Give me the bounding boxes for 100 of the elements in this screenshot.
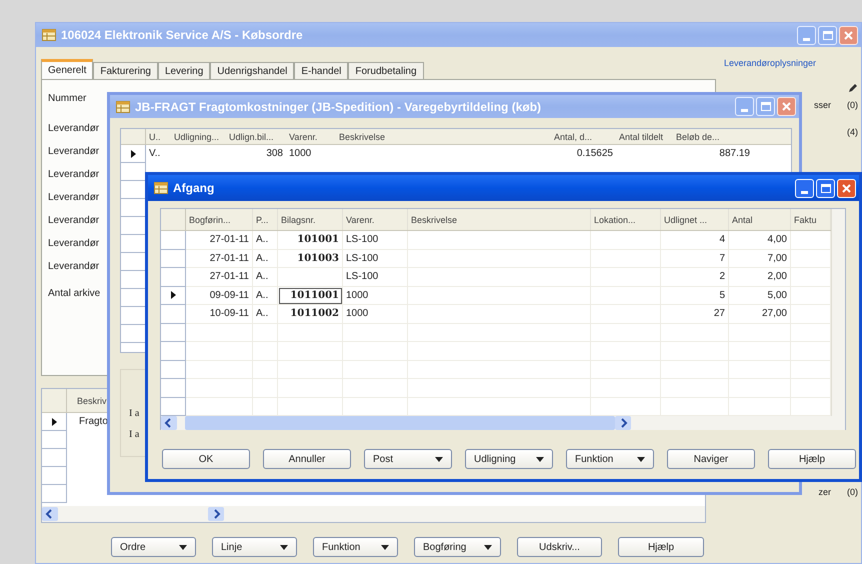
column-header[interactable]: Varenr. bbox=[343, 209, 408, 230]
tab[interactable]: E-handel bbox=[294, 62, 348, 79]
table-cell bbox=[661, 324, 729, 342]
tab[interactable]: Forudbetaling bbox=[348, 62, 424, 79]
action-button[interactable]: Bogføring bbox=[414, 537, 501, 557]
field-label: Nummer bbox=[48, 92, 86, 106]
scroll-left-icon[interactable] bbox=[42, 507, 58, 521]
column-header[interactable]: U.. bbox=[146, 129, 171, 144]
row-selector[interactable] bbox=[161, 286, 186, 305]
table-cell bbox=[186, 342, 253, 360]
field-label: Leverandør bbox=[48, 191, 100, 205]
vertical-scrollbar[interactable] bbox=[831, 209, 845, 416]
horizontal-scrollbar[interactable] bbox=[161, 416, 845, 430]
table-cell: LS-100 bbox=[343, 250, 408, 268]
current-row-icon bbox=[170, 291, 176, 300]
close-icon bbox=[844, 30, 853, 40]
table-cell bbox=[253, 360, 278, 379]
minimize-button[interactable] bbox=[797, 26, 816, 44]
caret-icon bbox=[381, 544, 389, 550]
field-label: Antal arkive bbox=[48, 287, 100, 301]
column-header[interactable]: Antal tildelt bbox=[616, 129, 673, 144]
scroll-right-icon[interactable] bbox=[615, 416, 631, 430]
table-cell: 27-01-11 bbox=[186, 268, 253, 286]
table-cell-text: 308 bbox=[265, 147, 284, 161]
scroll-right-icon[interactable] bbox=[208, 507, 224, 521]
tab[interactable]: Levering bbox=[158, 62, 210, 79]
action-button[interactable]: Udskriv... bbox=[517, 537, 602, 557]
column-header[interactable]: Varenr. bbox=[286, 129, 336, 144]
table-cell: 2,00 bbox=[729, 268, 791, 286]
table-cell bbox=[186, 360, 253, 379]
column-header[interactable]: Lokation... bbox=[591, 209, 661, 230]
panel-heading: Leverandøroplysninger bbox=[724, 57, 818, 70]
table-cell bbox=[278, 268, 343, 286]
maximize-button[interactable] bbox=[818, 26, 837, 44]
current-row-icon bbox=[130, 150, 136, 158]
info-label: zer bbox=[818, 486, 831, 498]
table-cell: A.. bbox=[253, 286, 278, 305]
close-button[interactable] bbox=[777, 97, 796, 116]
table-cell bbox=[591, 379, 661, 398]
column-header[interactable]: Bogførin... bbox=[186, 209, 253, 230]
window-icon bbox=[116, 100, 130, 112]
table-cell bbox=[253, 324, 278, 342]
table-cell: 101003 bbox=[278, 250, 343, 268]
column-header[interactable]: Antal bbox=[729, 209, 791, 230]
info-count: (0) bbox=[847, 486, 858, 499]
table-cell: 09-09-11 bbox=[186, 286, 253, 305]
table-cell: A.. bbox=[253, 250, 278, 268]
table-cell bbox=[278, 379, 343, 398]
action-button[interactable]: Funktion bbox=[313, 537, 398, 557]
column-header[interactable]: Bilagsnr. bbox=[278, 209, 343, 230]
field-label: Leverandør bbox=[48, 168, 100, 182]
table-cell bbox=[591, 360, 661, 379]
tab[interactable]: Generelt bbox=[41, 59, 94, 79]
scroll-left-icon[interactable] bbox=[161, 416, 177, 430]
column-header[interactable]: Antal, d... bbox=[551, 129, 616, 144]
table-cell: 27-01-11 bbox=[186, 250, 253, 268]
column-header[interactable]: Udlign.bil... bbox=[226, 129, 286, 144]
action-button[interactable]: Naviger bbox=[667, 449, 755, 469]
column-header[interactable]: Beskrivelse bbox=[336, 129, 551, 144]
pencil-icon[interactable] bbox=[848, 82, 858, 92]
info-label: sser bbox=[814, 98, 831, 112]
table-cell: LS-100 bbox=[343, 231, 408, 250]
tab[interactable]: Udenrigshandel bbox=[210, 62, 294, 79]
tab[interactable]: Fakturering bbox=[93, 62, 158, 79]
column-header[interactable]: Udlignet ... bbox=[661, 209, 729, 230]
table-cell: 5,00 bbox=[729, 286, 791, 305]
table-cell: 7 bbox=[661, 250, 729, 268]
table-cell bbox=[278, 342, 343, 360]
table-cell: 27 bbox=[661, 305, 729, 324]
table-cell: 1000 bbox=[343, 286, 408, 305]
maximize-button[interactable] bbox=[756, 97, 775, 116]
caret-icon bbox=[536, 456, 544, 462]
action-button[interactable]: Annuller bbox=[263, 449, 351, 469]
row-selector[interactable] bbox=[42, 413, 67, 431]
table-cell bbox=[253, 379, 278, 398]
table-cell: 7,00 bbox=[729, 250, 791, 268]
column-header[interactable]: P... bbox=[253, 209, 278, 230]
action-button[interactable]: Linje bbox=[212, 537, 297, 557]
table-cell-text: 1000 bbox=[288, 147, 312, 161]
caret-icon bbox=[280, 544, 288, 550]
column-header[interactable]: Udligning... bbox=[171, 129, 226, 144]
caret-icon bbox=[637, 456, 645, 462]
action-button[interactable]: Hjælp bbox=[618, 537, 704, 557]
action-button[interactable]: Funktion bbox=[566, 449, 654, 469]
column-header[interactable]: Beløb de... bbox=[673, 129, 753, 144]
action-button[interactable]: Post bbox=[364, 449, 452, 469]
row-selector[interactable] bbox=[121, 145, 146, 163]
field-label: Leverandør bbox=[48, 237, 100, 251]
horizontal-scrollbar[interactable] bbox=[42, 506, 705, 522]
column-header[interactable]: Beskriv bbox=[67, 389, 107, 412]
close-button[interactable] bbox=[839, 26, 858, 44]
minimize-button[interactable] bbox=[735, 97, 754, 116]
column-header[interactable]: Beskrivelse bbox=[408, 209, 591, 230]
table-cell: A.. bbox=[253, 268, 278, 286]
action-button[interactable]: Udligning bbox=[465, 449, 553, 469]
table-cell bbox=[343, 360, 408, 379]
action-button[interactable]: OK bbox=[162, 449, 250, 469]
table-cell: 4,00 bbox=[729, 231, 791, 250]
action-button[interactable]: Hjælp bbox=[768, 449, 856, 469]
action-button[interactable]: Ordre bbox=[111, 537, 196, 557]
